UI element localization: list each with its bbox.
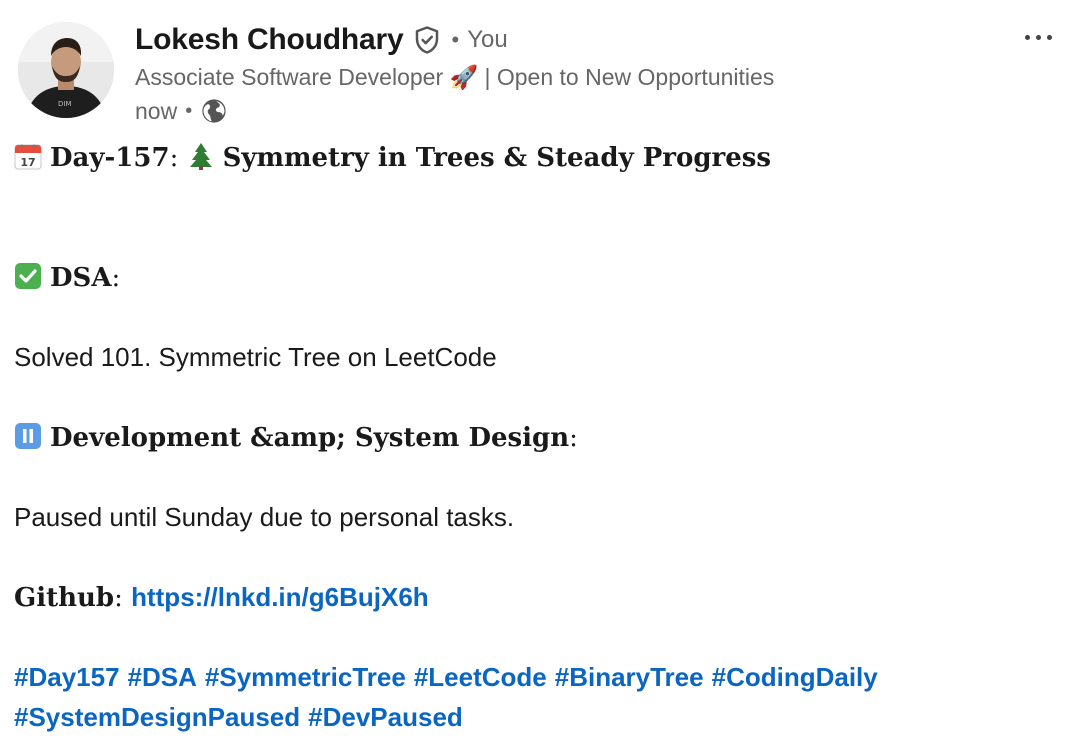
verified-shield-icon	[412, 25, 442, 55]
title-suffix: Symmetry in Trees & Steady Progress	[222, 143, 772, 173]
hashtags-line-2: #SystemDesignPaused #DevPaused	[14, 697, 471, 737]
pause-emoji-icon	[14, 421, 42, 449]
svg-text:DIM: DIM	[58, 100, 72, 108]
dsa-heading: DSA	[50, 263, 112, 293]
post-time: now	[135, 97, 178, 124]
post-meta: now •	[135, 94, 935, 128]
github-line: Github: https://lnkd.in/g6BujX6h	[14, 582, 429, 613]
hashtag-link[interactable]: #SymmetricTree	[205, 662, 406, 692]
hashtag-link[interactable]: #DSA	[128, 662, 197, 692]
globe-icon	[200, 97, 228, 125]
tree-emoji-icon	[187, 141, 215, 170]
relation-label: You	[467, 26, 508, 53]
hashtags-line-1: #Day157 #DSA #SymmetricTree #LeetCode #Binar…	[14, 657, 886, 697]
linkedin-post: DIM Lokesh Choudhary • You Associate Sof…	[0, 0, 1076, 746]
dev-heading-line: Development &amp; System Design:	[14, 417, 578, 458]
post-title: 17 Day-157: Symmetry in Trees & Steady P…	[14, 137, 771, 178]
hashtag-link[interactable]: #BinaryTree	[555, 662, 704, 692]
separator-dot: •	[185, 99, 193, 122]
more-options-icon	[1024, 34, 1030, 40]
author-block: Lokesh Choudhary • You Associate Softwar…	[135, 22, 935, 128]
author-name-row: Lokesh Choudhary • You	[135, 22, 935, 58]
github-label: Github	[14, 583, 115, 613]
dev-text: Paused until Sunday due to personal task…	[14, 502, 515, 532]
author-name[interactable]: Lokesh Choudhary	[135, 23, 404, 57]
hashtag-link[interactable]: #LeetCode	[414, 662, 547, 692]
title-prefix: Day-157	[50, 143, 170, 173]
hashtag-link[interactable]: #DevPaused	[308, 702, 463, 732]
svg-text:17: 17	[20, 156, 35, 169]
separator-dot: •	[451, 27, 460, 52]
check-emoji-icon	[14, 261, 42, 289]
dsa-text: Solved 101. Symmetric Tree on LeetCode	[14, 342, 497, 372]
dev-heading: Development &amp; System Design	[50, 423, 570, 453]
hashtag-link[interactable]: #CodingDaily	[712, 662, 878, 692]
hashtag-link[interactable]: #Day157	[14, 662, 120, 692]
more-options-button[interactable]	[1018, 22, 1058, 52]
title-colon: :	[169, 143, 187, 173]
dsa-heading-line: DSA:	[14, 257, 120, 298]
calendar-emoji-icon: 17	[14, 141, 42, 170]
avatar-photo: DIM	[18, 22, 114, 118]
author-headline: Associate Software Developer 🚀 | Open to…	[135, 64, 775, 90]
hashtag-link[interactable]: #SystemDesignPaused	[14, 702, 300, 732]
post-header: DIM Lokesh Choudhary • You Associate Sof…	[18, 22, 1058, 124]
github-link[interactable]: https://lnkd.in/g6BujX6h	[131, 582, 429, 612]
avatar[interactable]: DIM	[18, 22, 114, 118]
